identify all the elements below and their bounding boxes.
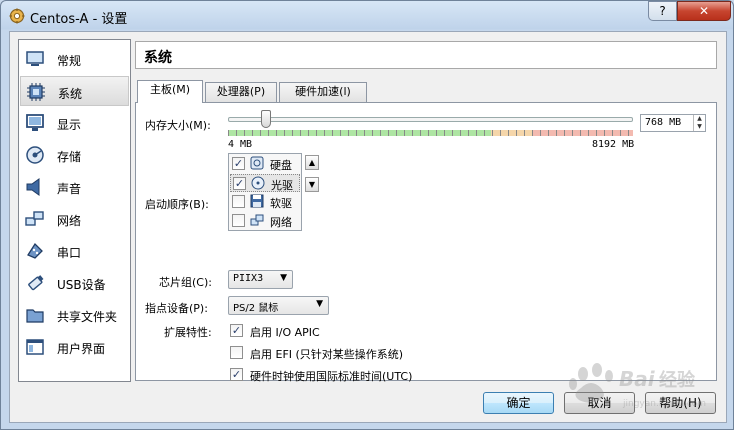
boot-item-optical[interactable]: ✓ 光驱: [230, 174, 300, 192]
ok-button[interactable]: 确定: [483, 392, 554, 414]
sidebar-item-system[interactable]: 系统: [20, 76, 129, 106]
memory-slider-ticks: [228, 130, 633, 136]
move-down-button[interactable]: ▼: [305, 177, 319, 192]
settings-window: Centos-A - 设置 ? ✕ 常规 系统 显示 存储 声音 网络 串口 U…: [0, 0, 734, 430]
page-title: 系统: [144, 50, 172, 66]
pointing-device-label: 指点设备(P):: [145, 302, 208, 315]
spin-down-icon[interactable]: ▼: [693, 123, 705, 131]
sidebar-item-general[interactable]: 常规: [20, 44, 129, 74]
tab-motherboard[interactable]: 主板(M): [137, 80, 203, 103]
efi-label: 启用 EFI (只针对某些操作系统): [250, 348, 404, 361]
chipset-select[interactable]: PIIX3 ▼: [228, 270, 293, 289]
boot-item-label: 硬盘: [270, 159, 292, 172]
shared-folder-icon: [26, 309, 44, 323]
page-header: 系统: [135, 41, 717, 69]
serial-port-icon: [27, 242, 43, 259]
settings-category-list: 常规 系统 显示 存储 声音 网络 串口 USB设备 共享文件夹 用户界面: [18, 39, 131, 382]
close-button[interactable]: ✕: [677, 1, 731, 21]
sidebar-item-label: 用户界面: [57, 342, 106, 356]
sidebar-item-display[interactable]: 显示: [20, 108, 129, 138]
spin-up-icon[interactable]: ▲: [693, 115, 705, 123]
memory-min-label: 4 MB: [228, 139, 253, 150]
audio-icon: [26, 178, 40, 196]
memory-max-label: 8192 MB: [592, 139, 635, 150]
help-caption-button[interactable]: ?: [648, 1, 677, 21]
boot-item-checkbox[interactable]: [232, 214, 245, 227]
boot-item-checkbox[interactable]: ✓: [233, 177, 246, 190]
sidebar-item-label: 常规: [57, 54, 82, 68]
move-up-button[interactable]: ▲: [305, 155, 319, 170]
title-bar[interactable]: Centos-A - 设置 ? ✕: [1, 1, 733, 31]
io-apic-label: 启用 I/O APIC: [250, 326, 320, 339]
boot-item-network[interactable]: 网络: [230, 212, 300, 230]
svg-text:jingyan.baidu.com: jingyan.baidu.com: [622, 399, 706, 409]
boot-item-checkbox[interactable]: ✓: [232, 157, 245, 170]
floppy-icon: [250, 194, 264, 208]
baidu-watermark-logo: Bai 经验 jingyan.baidu.com: [569, 363, 706, 409]
boot-item-label: 网络: [270, 216, 292, 229]
memory-size-label: 内存大小(M):: [145, 119, 211, 132]
memory-size-spinbox[interactable]: 768 MB ▲ ▼: [640, 114, 706, 132]
optical-drive-icon: [251, 176, 265, 190]
pointing-device-value: PS/2 鼠标: [233, 303, 279, 314]
chevron-down-icon: ▼: [316, 299, 323, 309]
hard-disk-icon: [250, 156, 264, 170]
svg-text:Bai: Bai: [619, 367, 656, 391]
tab-acceleration[interactable]: 硬件加速(l): [279, 82, 367, 102]
sidebar-item-label: 网络: [57, 214, 82, 228]
efi-checkbox[interactable]: [230, 346, 243, 359]
tab-processor[interactable]: 处理器(P): [205, 82, 277, 102]
user-interface-icon: [26, 339, 44, 355]
network-icon: [25, 211, 44, 226]
chipset-value: PIIX3: [233, 273, 264, 284]
boot-item-checkbox[interactable]: [232, 195, 245, 208]
boot-item-label: 光驱: [271, 179, 293, 192]
network-boot-icon: [250, 214, 264, 226]
pointing-device-select[interactable]: PS/2 鼠标 ▼: [228, 296, 329, 315]
extended-features-label: 扩展特性:: [164, 326, 212, 339]
sidebar-item-audio[interactable]: 声音: [20, 172, 129, 202]
sidebar-item-storage[interactable]: 存储: [20, 140, 129, 170]
sidebar-item-label: 共享文件夹: [57, 310, 118, 324]
sidebar-item-user-interface[interactable]: 用户界面: [20, 332, 129, 362]
sidebar-item-label: USB设备: [57, 278, 106, 292]
sidebar-item-label: 存储: [57, 150, 82, 164]
sidebar-item-shared-folders[interactable]: 共享文件夹: [20, 300, 129, 330]
io-apic-checkbox[interactable]: ✓: [230, 324, 243, 337]
usb-icon: [28, 275, 44, 291]
motherboard-tab-panel: 内存大小(M): 4 MB 8192 MB 768 MB ▲ ▼ 启动顺序(B)…: [135, 102, 717, 383]
system-icon: [27, 83, 45, 101]
sidebar-item-label: 显示: [57, 118, 82, 132]
utc-clock-label: 硬件时钟使用国际标准时间(UTC): [250, 370, 413, 383]
sidebar-item-usb[interactable]: USB设备: [20, 268, 129, 298]
memory-slider-thumb[interactable]: [260, 110, 271, 128]
display-icon: [26, 114, 44, 131]
boot-item-floppy[interactable]: 软驱: [230, 193, 300, 211]
chevron-down-icon: ▼: [280, 273, 287, 283]
sidebar-item-label: 系统: [58, 87, 83, 101]
utc-clock-checkbox[interactable]: ✓: [230, 368, 243, 381]
window-title: Centos-A - 设置: [30, 12, 128, 27]
virtualbox-gear-icon: [9, 8, 25, 24]
chipset-label: 芯片组(C):: [159, 276, 212, 289]
storage-icon: [26, 146, 44, 164]
boot-item-label: 软驱: [270, 197, 292, 210]
sidebar-item-label: 串口: [57, 246, 82, 260]
boot-item-hard-disk[interactable]: ✓ 硬盘: [230, 155, 300, 173]
boot-order-label: 启动顺序(B):: [145, 198, 209, 211]
memory-size-value: 768 MB: [645, 117, 682, 128]
sidebar-item-label: 声音: [57, 182, 82, 196]
sidebar-item-serial-port[interactable]: 串口: [20, 236, 129, 266]
general-icon: [26, 51, 44, 66]
boot-order-list: ✓ 硬盘 ✓ 光驱 软驱 网络: [228, 153, 302, 231]
memory-slider-track[interactable]: [228, 117, 633, 122]
sidebar-item-network[interactable]: 网络: [20, 204, 129, 234]
svg-text:经验: 经验: [659, 369, 696, 391]
